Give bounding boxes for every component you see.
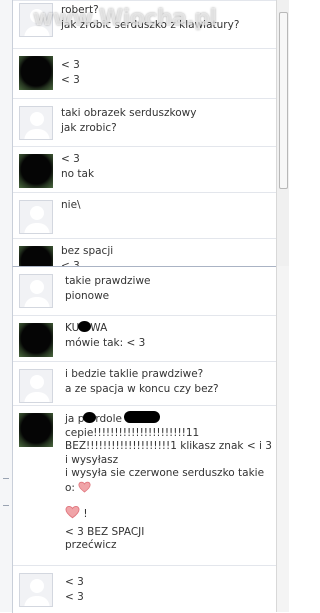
message: nie\ [13, 192, 277, 239]
message-text: no tak [61, 167, 95, 180]
message: taki obrazek serduszkowy jak zrobic? [13, 98, 277, 147]
message-text: a ze spacja w koncu czy bez? [65, 382, 219, 395]
message: bez spacji < 3 [13, 238, 277, 268]
heart-icon [78, 481, 91, 492]
message-text-part: KU [65, 322, 80, 334]
person-silhouette-icon [24, 206, 50, 233]
message: < 3 < 3 [13, 48, 277, 99]
avatar-photo [19, 413, 53, 447]
message-text: ja p rdole [65, 411, 271, 427]
message-text: bez spacji [61, 245, 114, 257]
person-silhouette-icon [24, 280, 50, 307]
message-text: nie\ [61, 199, 81, 211]
person-silhouette-icon [24, 579, 50, 606]
message-text: i wysyłasz [65, 453, 119, 466]
message-text: < 3 [61, 59, 80, 71]
message-text-part: ! [83, 508, 88, 520]
left-strip [0, 0, 12, 612]
avatar-photo [19, 323, 53, 357]
avatar [19, 106, 53, 140]
person-silhouette-icon [24, 112, 50, 139]
censor-blot [123, 411, 160, 423]
message-text: taki obrazek serduszkowy [61, 107, 197, 119]
message-text: < 3 BEZ SPACJI [65, 525, 145, 538]
message-text: < 3 [61, 73, 80, 86]
message: < 3 < 3 [13, 565, 277, 613]
avatar [19, 274, 53, 308]
message: i bedzie taklie prawdziwe? a ze spacja w… [13, 361, 277, 406]
message-text-part: o: [65, 481, 75, 494]
avatar [19, 573, 53, 607]
heart-icon [65, 506, 80, 519]
message-text: < 3 [65, 590, 84, 603]
chat-history-bottom[interactable]: takie prawdziwe pionowe KU WA mówie tak: … [12, 266, 277, 613]
message-text: i wysyła sie czerwone serduszko takie [65, 467, 265, 479]
scrollbar-top[interactable] [276, 0, 289, 268]
message-text: ! [65, 505, 271, 522]
message-text: takie prawdziwe [65, 275, 151, 287]
message-text: < 3 [65, 576, 84, 588]
message-text: pionowe [65, 289, 110, 302]
strip-tick [3, 478, 9, 479]
message-text-part: ja p [65, 413, 85, 425]
message-text: BEZ!!!!!!!!!!!!!!!!!!!!1 klikasz znak < … [65, 440, 272, 452]
message-text: przećwicz [65, 539, 117, 551]
message-text: jak zrobic? [61, 121, 117, 134]
watermark: www.Wiocha.pl [33, 6, 217, 31]
message-text-part: WA [90, 322, 108, 334]
scrollbar-bottom[interactable] [276, 266, 289, 612]
message-text: KU WA [65, 321, 271, 336]
message-text: cepie!!!!!!!!!!!!!!!!!!!!!!11 [65, 426, 200, 439]
strip-tick [3, 505, 9, 506]
message: ja p rdole cepie!!!!!!!!!!!!!!!!!!!!!!11 … [13, 405, 277, 566]
message-text: o: [65, 481, 271, 496]
avatar [19, 200, 53, 234]
message-text-part: rdole [95, 413, 122, 425]
message: takie prawdziwe pionowe [13, 267, 277, 315]
message: < 3 no tak [13, 146, 277, 193]
scrollbar-thumb[interactable] [279, 12, 288, 189]
message: KU WA mówie tak: < 3 [13, 315, 277, 362]
avatar-photo [19, 56, 53, 90]
avatar-photo [19, 246, 53, 268]
message-text: < 3 [61, 153, 80, 165]
avatar [19, 369, 53, 403]
message-text: mówie tak: < 3 [65, 336, 146, 349]
chat-history-top[interactable]: robert? jak zrobic serduszko z klawiatur… [12, 0, 277, 268]
message-text: i bedzie taklie prawdziwe? [65, 368, 204, 380]
person-silhouette-icon [24, 375, 50, 402]
avatar-photo [19, 154, 53, 188]
